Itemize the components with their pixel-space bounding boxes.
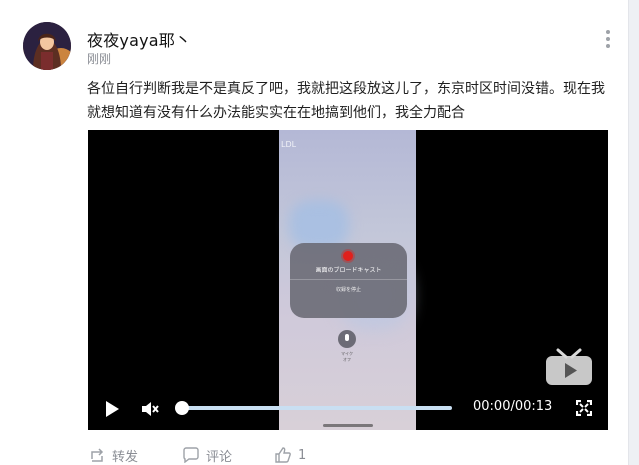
comment-button[interactable]: 评论	[182, 445, 232, 465]
progress-knob[interactable]	[175, 401, 189, 415]
weibo-post-card: 夜夜yaya耶丶 刚刚 各位自行判断我是不是真反了吧，我就把这段放这儿了，东京时…	[0, 0, 629, 465]
divider	[290, 279, 407, 280]
like-icon	[275, 447, 291, 463]
progress-bar[interactable]	[175, 401, 452, 415]
video-frame: LDL 画面のブロードキャスト 収録を停止 マイク オフ	[279, 130, 416, 430]
like-button[interactable]: 1	[274, 445, 306, 465]
broadcast-title: 画面のブロードキャスト	[315, 267, 382, 274]
scrollbar[interactable]	[629, 0, 639, 465]
repost-icon	[91, 448, 104, 462]
video-player[interactable]: LDL 画面のブロードキャスト 収録を停止 マイク オフ 00:00/00:13	[88, 130, 608, 430]
video-controls: 00:00/00:13	[88, 392, 608, 430]
broadcast-stop: 収録を停止	[335, 287, 361, 293]
username[interactable]: 夜夜yaya耶丶	[87, 27, 191, 51]
mic-label: マイク オフ	[341, 351, 353, 362]
repost-button[interactable]: 转发	[88, 445, 138, 465]
record-icon	[343, 251, 353, 261]
comment-label: 评论	[206, 449, 233, 465]
tv-icon	[546, 348, 592, 385]
fullscreen-icon[interactable]	[576, 400, 592, 416]
post-time: 刚刚	[87, 52, 112, 66]
more-icon[interactable]	[602, 30, 614, 50]
avatar-image	[23, 22, 71, 70]
broadcast-panel: 画面のブロードキャスト 収録を停止	[290, 243, 407, 318]
like-count: 1	[298, 447, 307, 463]
avatar[interactable]	[23, 22, 71, 70]
play-icon[interactable]	[104, 400, 120, 418]
phone-status: LDL	[281, 140, 297, 149]
timecode: 00:00/00:13	[473, 399, 553, 414]
comment-icon	[183, 447, 199, 463]
microphone-icon	[338, 330, 356, 348]
mute-icon[interactable]	[140, 400, 160, 418]
repost-label: 转发	[112, 449, 139, 465]
post-text: 各位自行判断我是不是真反了吧，我就把这段放这儿了，东京时区时间没错。现在我就想知…	[87, 81, 605, 121]
